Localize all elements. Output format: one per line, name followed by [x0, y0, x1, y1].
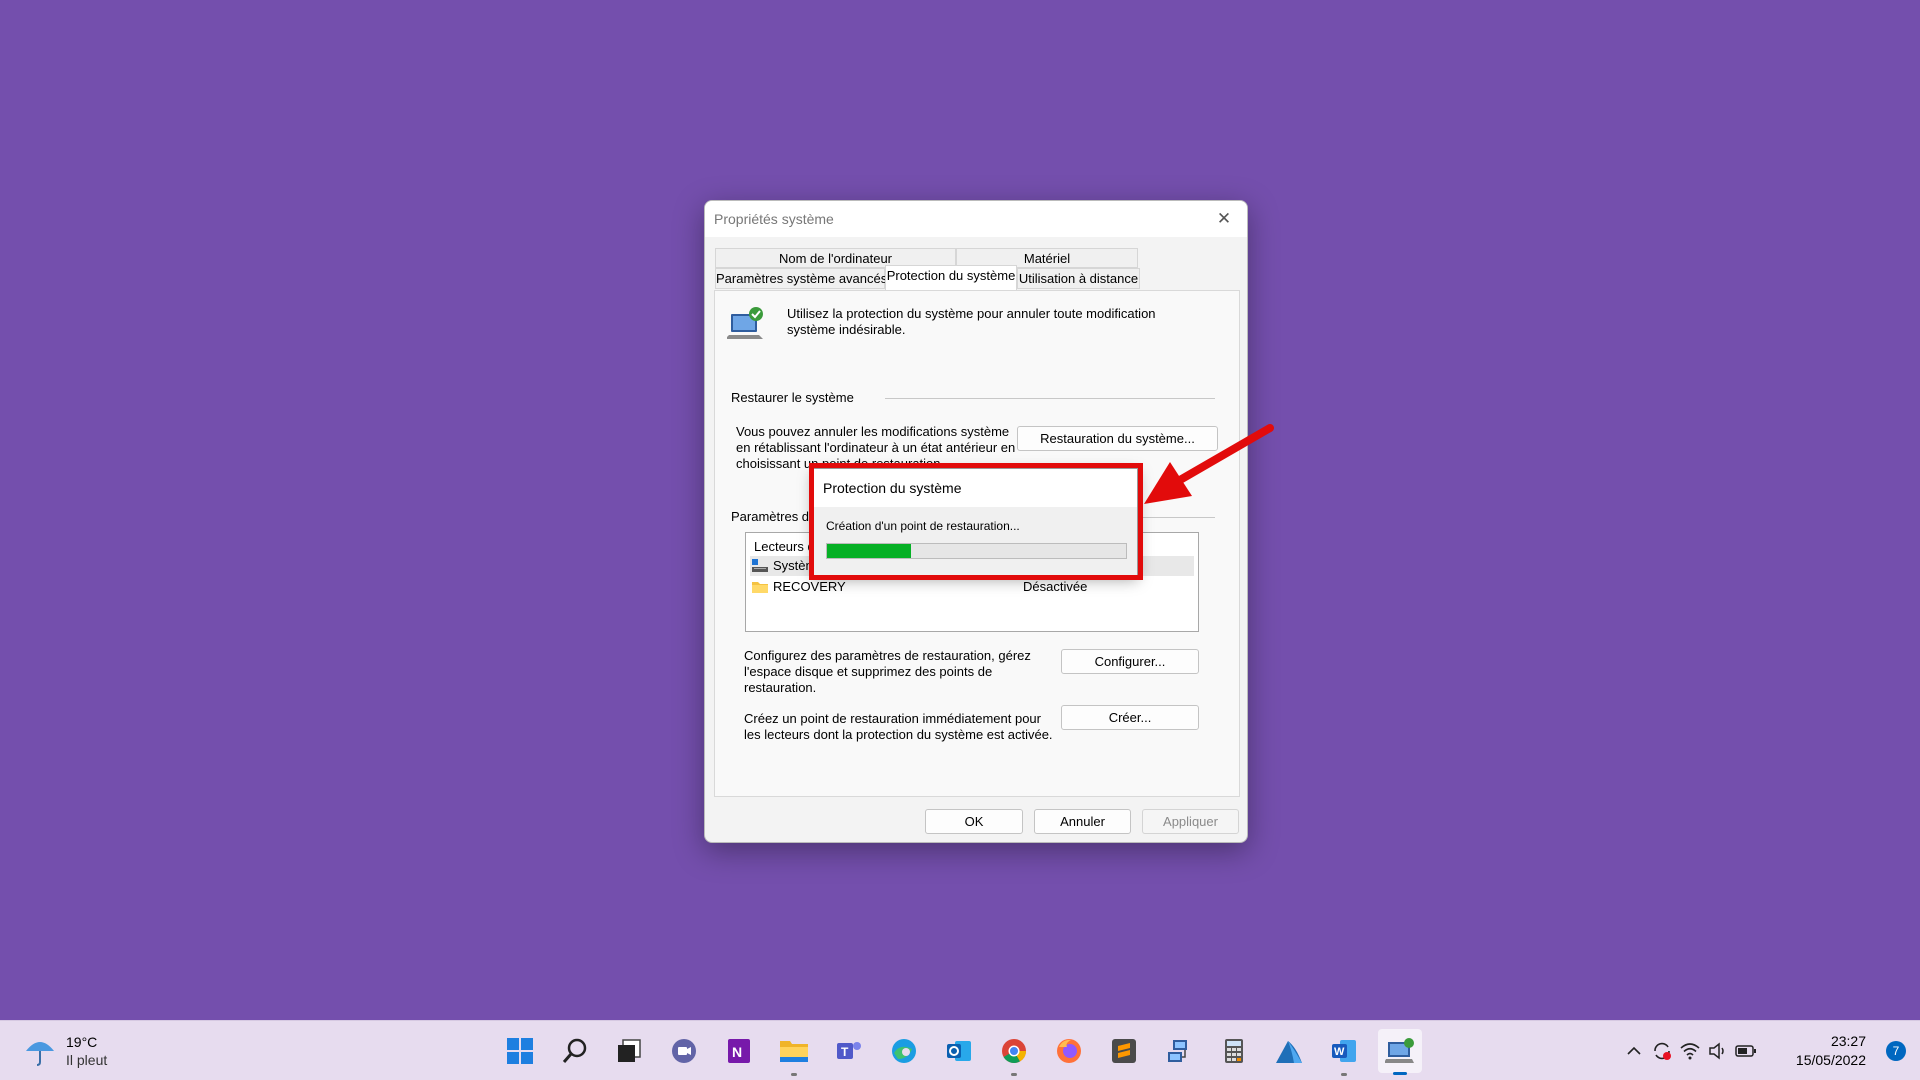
start-icon: [507, 1038, 533, 1064]
volume-button[interactable]: [1704, 1037, 1732, 1065]
sync-icon: [1654, 1042, 1671, 1060]
system-restore-button[interactable]: Restauration du système...: [1017, 426, 1218, 451]
start-button[interactable]: [504, 1035, 536, 1067]
ok-button[interactable]: OK: [925, 809, 1023, 834]
restore-description: Vous pouvez annuler les modifications sy…: [736, 424, 1016, 471]
wifi-button[interactable]: [1676, 1037, 1704, 1065]
tab-system-protection[interactable]: Protection du système: [885, 265, 1017, 290]
running-indicator: [791, 1073, 797, 1076]
progress-bar: [826, 543, 1127, 559]
progress-message: Création d'un point de restauration...: [826, 519, 1020, 533]
notification-badge[interactable]: 7: [1886, 1041, 1906, 1061]
close-icon: ✕: [1216, 209, 1232, 228]
svg-text:N: N: [732, 1044, 742, 1060]
close-button[interactable]: ✕: [1211, 206, 1237, 232]
taskbar-sublime[interactable]: [1108, 1035, 1140, 1067]
running-indicator: [1341, 1073, 1347, 1076]
taskbar-edge[interactable]: [888, 1035, 920, 1067]
chrome-icon: [1002, 1039, 1026, 1064]
app-icon: [1276, 1041, 1302, 1063]
teams-icon: T: [837, 1042, 861, 1059]
dialog-title: Propriétés système: [714, 211, 834, 227]
taskbar-network-tool[interactable]: [1163, 1035, 1195, 1067]
search-button[interactable]: [559, 1035, 591, 1067]
task-view-button[interactable]: [613, 1035, 645, 1067]
outlook-icon: [947, 1041, 971, 1061]
taskbar: 19°C Il pleut N T W 23:27 15/05/2022 7: [0, 1020, 1920, 1080]
drive-name: RECOVERY: [773, 579, 846, 594]
restore-section-title: Restaurer le système: [731, 390, 854, 405]
teams-chat-icon: [672, 1039, 696, 1063]
taskbar-chrome[interactable]: [998, 1035, 1030, 1076]
progress-title: Protection du système: [814, 469, 1137, 507]
battery-icon: [1735, 1045, 1756, 1057]
taskbar-teams-chat[interactable]: [668, 1035, 700, 1067]
system-protection-icon: [727, 307, 763, 339]
task-view-icon: [618, 1039, 641, 1062]
create-description: Créez un point de restauration immédiate…: [744, 711, 1053, 742]
taskbar-calculator[interactable]: [1218, 1035, 1250, 1067]
umbrella-icon: [26, 1042, 54, 1066]
taskbar-onenote[interactable]: N: [723, 1035, 755, 1067]
svg-text:W: W: [1334, 1046, 1345, 1058]
system-properties-icon: [1385, 1038, 1414, 1063]
weather-description: Il pleut: [66, 1052, 108, 1068]
system-tray: [1620, 1021, 1760, 1080]
svg-text:T: T: [841, 1045, 849, 1059]
taskbar-word[interactable]: W: [1328, 1035, 1360, 1076]
network-icon: [1168, 1040, 1187, 1062]
clock-time: 23:27: [1830, 1033, 1866, 1049]
tab-remote[interactable]: Utilisation à distance: [1017, 268, 1140, 289]
battery-button[interactable]: [1732, 1037, 1760, 1065]
weather-widget[interactable]: 19°C Il pleut: [24, 1031, 107, 1071]
search-icon: [562, 1038, 587, 1063]
taskbar-outlook[interactable]: [943, 1035, 975, 1067]
clock[interactable]: 23:27 15/05/2022: [1796, 1032, 1866, 1070]
section-divider: [885, 398, 1215, 399]
show-hidden-icons-button[interactable]: [1620, 1037, 1648, 1065]
chevron-up-icon: [1627, 1046, 1641, 1055]
file-explorer-icon: [780, 1041, 808, 1062]
list-item[interactable]: RECOVERY Désactivée: [750, 577, 1194, 597]
taskbar-system-properties[interactable]: [1378, 1029, 1422, 1075]
cancel-button[interactable]: Annuler: [1034, 809, 1131, 834]
progress-dialog: Protection du système Création d'un poin…: [813, 468, 1138, 576]
taskbar-firefox[interactable]: [1053, 1035, 1085, 1067]
folder-icon: [752, 582, 768, 593]
tab-strip: Nom de l'ordinateur Matériel Paramètres …: [715, 248, 1237, 290]
firefox-icon: [1057, 1039, 1081, 1063]
word-icon: W: [1332, 1040, 1356, 1062]
dialog-titlebar[interactable]: Propriétés système ✕: [705, 201, 1247, 237]
intro-text: Utilisez la protection du système pour a…: [787, 306, 1156, 337]
progress-fill: [827, 544, 911, 558]
running-indicator: [1393, 1072, 1407, 1075]
calculator-icon: [1225, 1039, 1243, 1063]
sublime-text-icon: [1112, 1039, 1136, 1063]
taskbar-teams[interactable]: T: [833, 1035, 865, 1067]
create-button[interactable]: Créer...: [1061, 705, 1199, 730]
drive-status: Désactivée: [1023, 579, 1088, 594]
onenote-icon: N: [728, 1039, 750, 1063]
volume-icon: [1709, 1042, 1724, 1060]
running-indicator: [1011, 1073, 1017, 1076]
taskbar-file-explorer[interactable]: [778, 1035, 810, 1076]
configure-description: Configurez des paramètres de restauratio…: [744, 648, 1031, 695]
sync-status-button[interactable]: [1648, 1037, 1676, 1065]
tab-advanced[interactable]: Paramètres système avancés: [715, 268, 887, 289]
taskbar-app[interactable]: [1273, 1035, 1305, 1067]
clock-date: 15/05/2022: [1795, 1052, 1866, 1068]
wifi-icon: [1680, 1043, 1700, 1060]
configure-button[interactable]: Configurer...: [1061, 649, 1199, 674]
drive-icon: [752, 559, 768, 572]
edge-icon: [892, 1039, 916, 1063]
weather-temperature: 19°C: [66, 1034, 98, 1050]
apply-button[interactable]: Appliquer: [1142, 809, 1239, 834]
